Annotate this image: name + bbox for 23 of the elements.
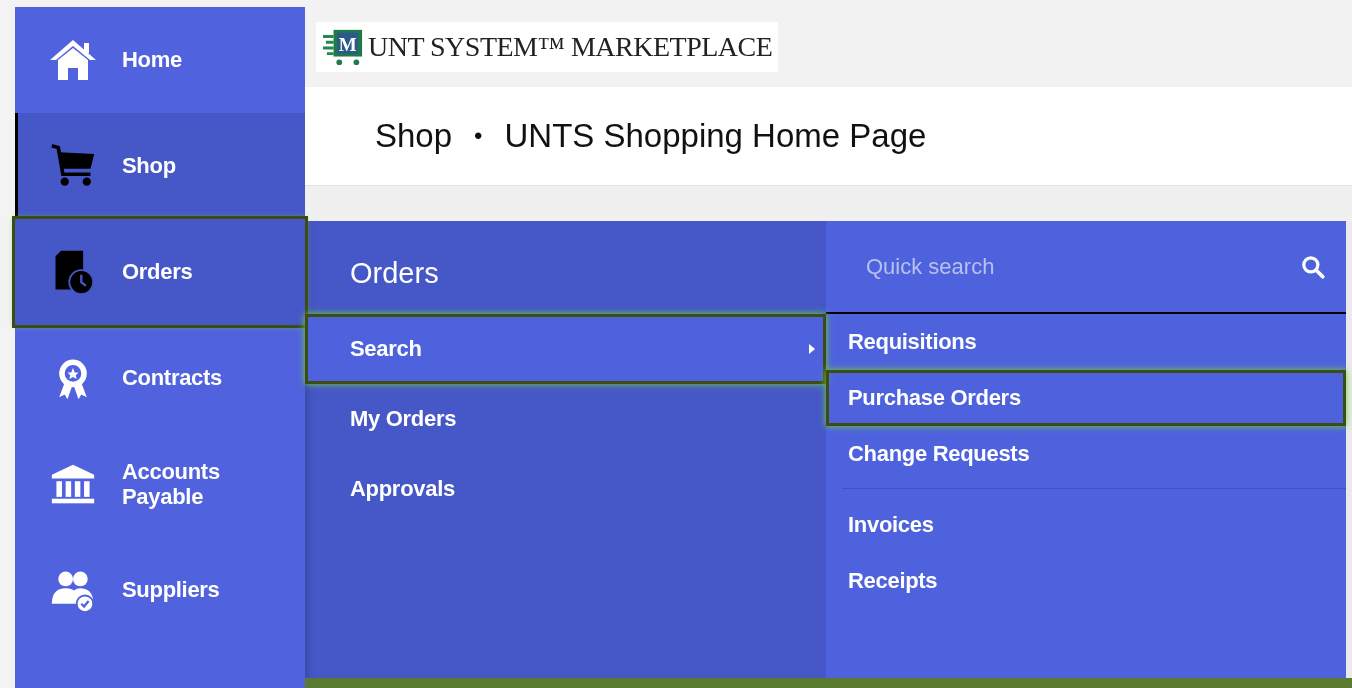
search-field[interactable]: Quick search xyxy=(864,245,1300,288)
menu-item[interactable]: Receipts xyxy=(826,553,1346,609)
menu-item[interactable]: Requisitions xyxy=(826,314,1346,370)
sidebar-item[interactable]: Shop xyxy=(15,113,305,219)
page-title: Shop xyxy=(375,117,453,155)
search-icon[interactable] xyxy=(1300,253,1326,280)
menu-item[interactable]: Approvals xyxy=(305,454,826,524)
menu-item[interactable]: Change Requests xyxy=(826,426,1346,482)
menu-title: Orders xyxy=(349,256,440,291)
menu-item[interactable]: Purchase Orders xyxy=(826,370,1346,426)
sidebar-item[interactable]: Home xyxy=(15,7,305,113)
page-title: UNTS Shopping Home Page xyxy=(504,117,927,155)
sidebar-item[interactable]: Accounts Payable xyxy=(15,431,305,537)
caret-icon xyxy=(808,343,816,355)
sidebar-item[interactable]: Suppliers xyxy=(15,537,305,643)
home-icon xyxy=(48,37,98,83)
menu-item[interactable]: Invoices xyxy=(826,497,1346,553)
menu-item[interactable]: Search xyxy=(305,314,826,384)
menu-item[interactable]: My Orders xyxy=(305,384,826,454)
logo-text: UNT SYSTEM™ MARKETPLACE xyxy=(368,31,773,63)
breadcrumb-separator: • xyxy=(474,122,483,150)
sidebar-item[interactable]: Orders xyxy=(15,219,305,325)
sidebar-item[interactable]: Contracts xyxy=(15,325,305,431)
